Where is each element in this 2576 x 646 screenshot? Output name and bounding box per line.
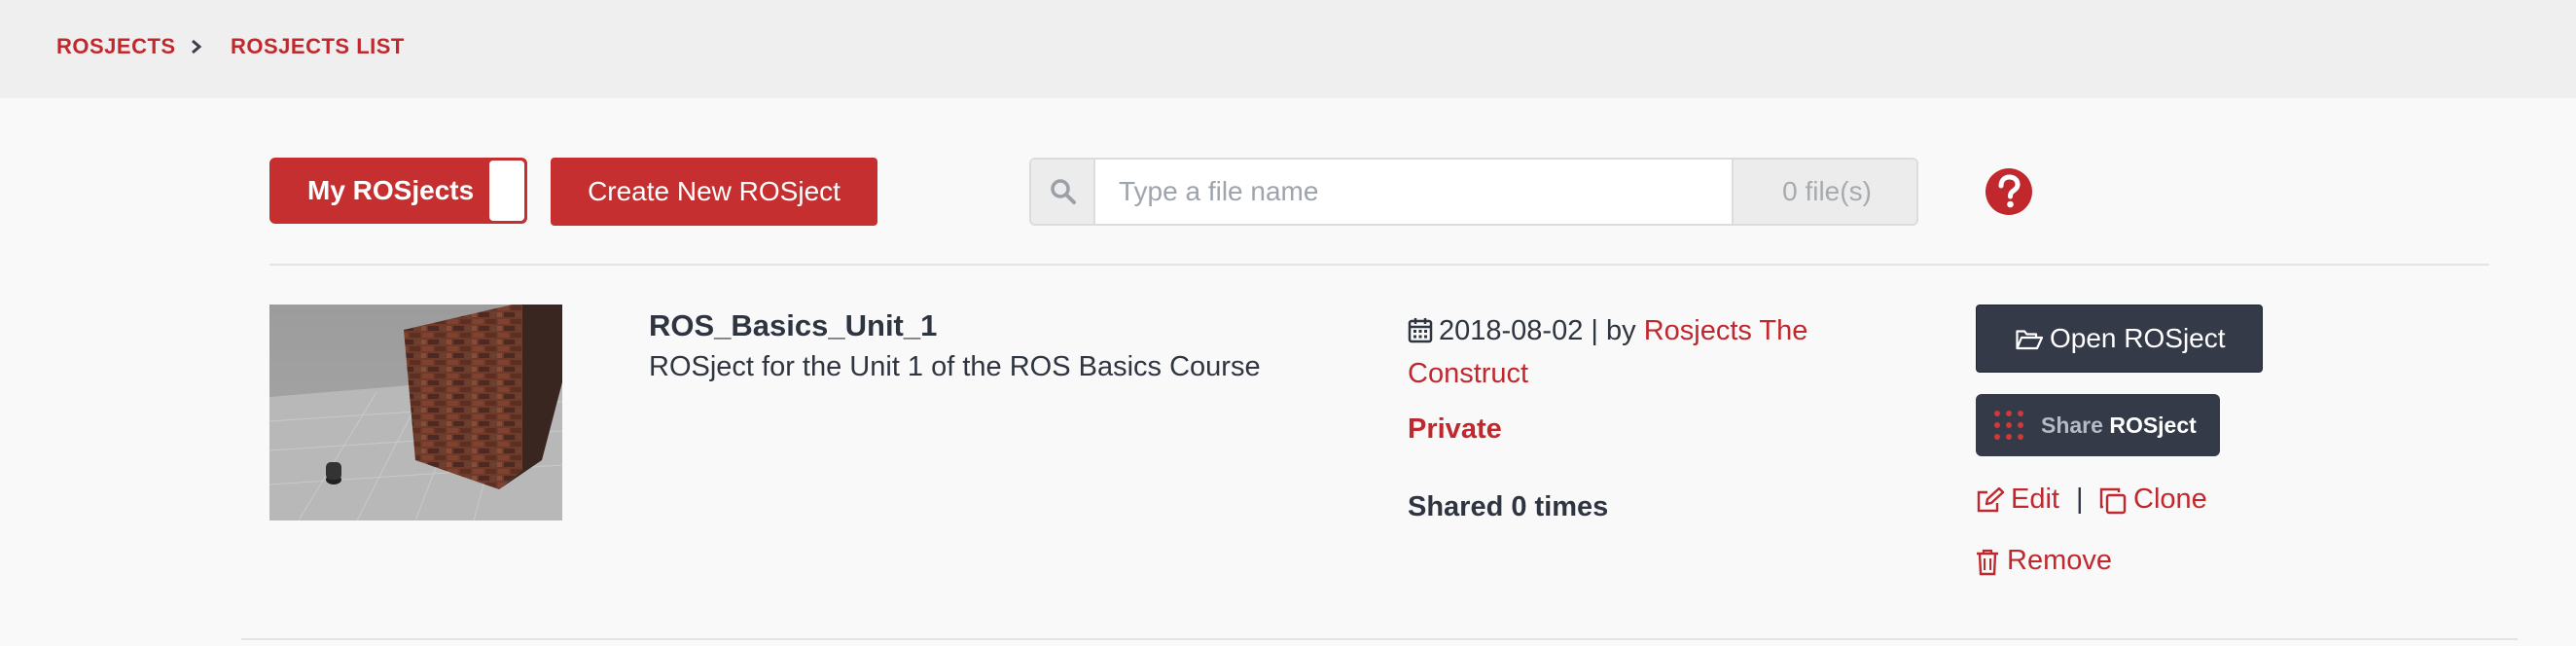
- selected-files-count: 0 file(s) selected: [1732, 160, 1916, 224]
- shared-count: Shared 0 times: [1408, 491, 1609, 522]
- rosject-description: ROSject for the Unit 1 of the ROS Basics…: [649, 351, 1261, 382]
- clone-link[interactable]: Clone: [2098, 482, 2207, 517]
- rosject-thumbnail[interactable]: [269, 305, 562, 520]
- my-rosjects-toggle-label: My ROSjects: [307, 175, 475, 205]
- divider: [269, 264, 2489, 266]
- clone-label: Clone: [2133, 484, 2207, 515]
- rosject-name: ROS_Basics_Unit_1: [649, 308, 938, 342]
- actions-separator: |: [2076, 484, 2084, 515]
- divider: [241, 638, 2518, 640]
- search-group: 0 file(s) selected: [1029, 158, 1918, 226]
- rosject-by-label: | by: [1591, 315, 1636, 346]
- edit-label: Edit: [2011, 484, 2059, 515]
- edit-icon: [1977, 487, 2005, 513]
- edit-link[interactable]: Edit: [1976, 482, 2059, 517]
- search-icon: [1031, 160, 1095, 224]
- chevron-right-icon: [192, 39, 202, 54]
- file-search-input[interactable]: [1095, 160, 1732, 224]
- toggle-knob: [489, 161, 524, 221]
- share-dots-icon: [1994, 411, 2023, 440]
- folder-open-icon: [2016, 330, 2043, 350]
- remove-link[interactable]: Remove: [1976, 543, 2112, 578]
- my-rosjects-toggle[interactable]: My ROSjects: [269, 158, 527, 224]
- share-label-prefix: Share: [2041, 413, 2103, 438]
- calendar-icon: [1408, 318, 1433, 343]
- share-label-suffix: ROSject: [2109, 413, 2197, 438]
- share-rosject-button[interactable]: Share ROSject: [1976, 394, 2220, 456]
- help-icon[interactable]: [1985, 167, 2033, 216]
- rosject-meta: 2018-08-02 | by Rosjects The Construct: [1408, 309, 1875, 395]
- visibility-badge: Private: [1408, 413, 1502, 445]
- rosject-date: 2018-08-02: [1439, 315, 1584, 346]
- create-new-rosject-button[interactable]: Create New ROSject: [551, 158, 877, 226]
- breadcrumb: ROSJECTS ROSJECTS LIST: [0, 0, 2576, 98]
- share-rosject-label: Share ROSject: [2041, 394, 2197, 456]
- breadcrumb-rosjects-list-link[interactable]: ROSJECTS LIST: [231, 33, 405, 60]
- breadcrumb-rosjects-link[interactable]: ROSJECTS: [56, 33, 176, 60]
- trash-icon: [1977, 549, 1998, 576]
- open-rosject-label: Open ROSject: [2050, 323, 2226, 353]
- open-rosject-button[interactable]: Open ROSject: [1976, 305, 2263, 373]
- clone-icon: [2099, 487, 2127, 515]
- remove-label: Remove: [2007, 545, 2112, 576]
